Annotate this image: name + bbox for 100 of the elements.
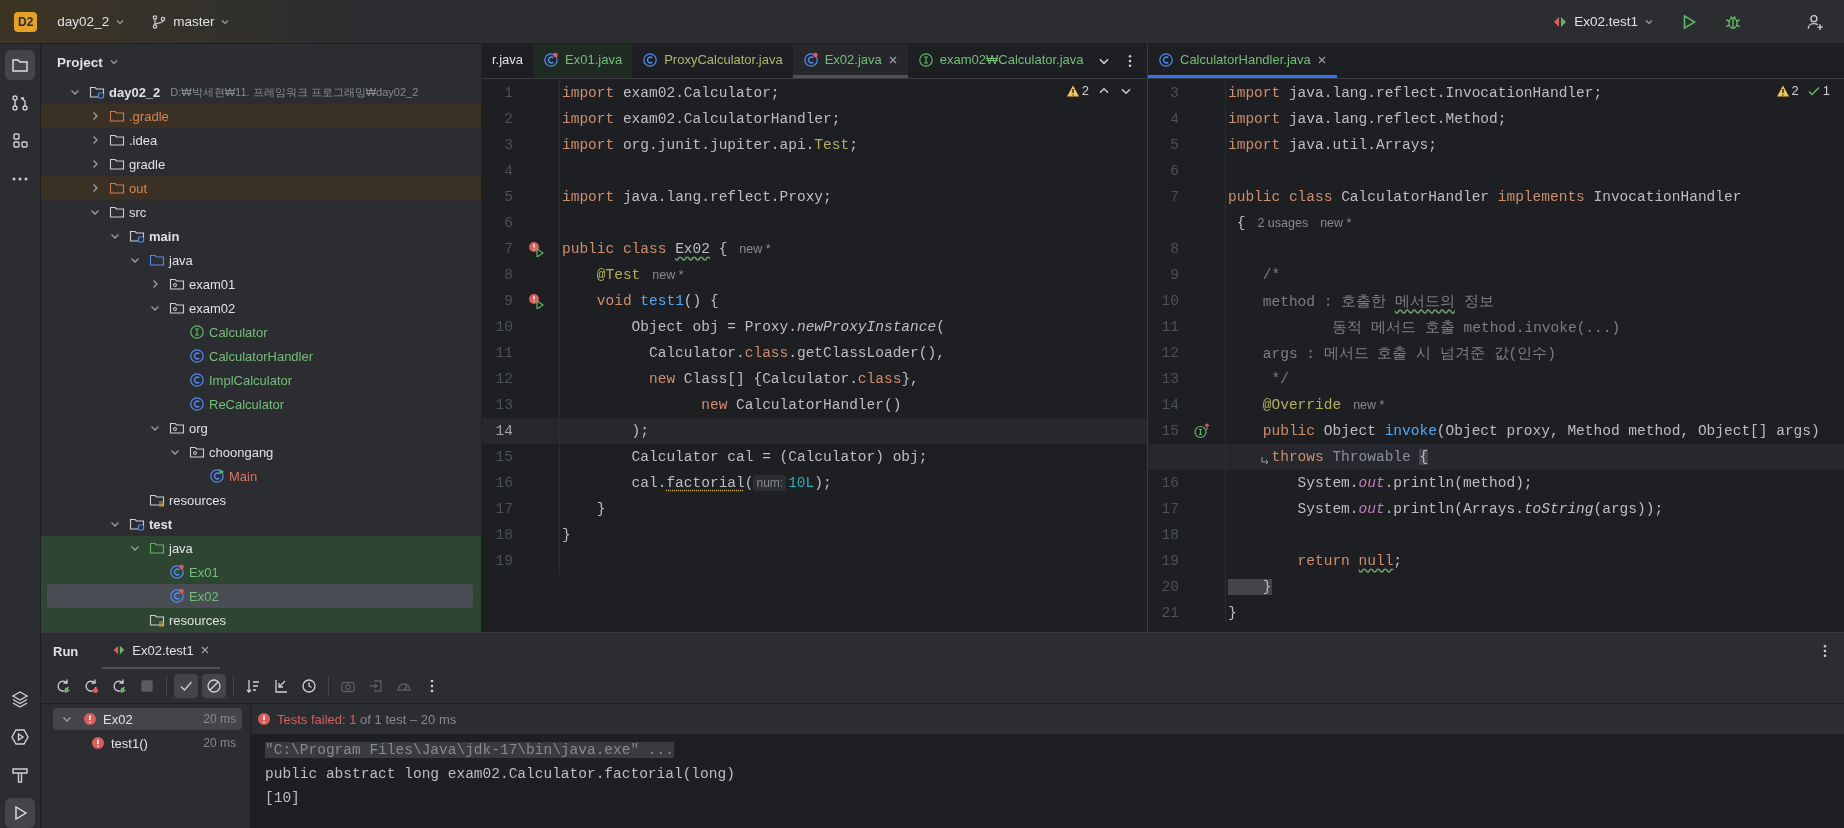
- editor-tab[interactable]: exam02₩Calculator.java: [907, 44, 1094, 78]
- close-icon[interactable]: [1316, 54, 1327, 65]
- branch-icon: [151, 13, 168, 30]
- run-tab[interactable]: Ex02.test1: [102, 633, 220, 669]
- tool-window-title[interactable]: Project: [51, 50, 125, 74]
- file-tree-item[interactable]: Ex02: [47, 584, 473, 608]
- file-tree-item[interactable]: exam02: [47, 296, 473, 320]
- editor-tab[interactable]: ProxyCalculator.java: [632, 44, 793, 78]
- code-text: );: [630, 423, 649, 439]
- inlay-hint[interactable]: new *: [1320, 216, 1352, 230]
- test-duration: 20 ms: [203, 712, 236, 726]
- code-text: args : 메서드 호출 시 넘겨준 값(인수): [1261, 344, 1556, 363]
- interface-icon: [917, 51, 934, 68]
- inlay-hint[interactable]: new *: [739, 242, 771, 256]
- warning-icon: [1065, 83, 1080, 98]
- run-configuration-selector[interactable]: Ex02.test1: [1546, 9, 1660, 34]
- add-user-icon[interactable]: [1806, 12, 1824, 31]
- result-node[interactable]: Ex02 20 ms: [53, 708, 242, 730]
- file-tree-item[interactable]: exam01: [47, 272, 473, 296]
- ignored-icon[interactable]: [202, 674, 226, 698]
- console-command: "C:\Program Files\Java\jdk-17\bin\java.exe" ...: [265, 742, 674, 758]
- implements-icon[interactable]: [1194, 423, 1210, 439]
- code-text: {: [1235, 215, 1246, 231]
- inlay-hint[interactable]: new *: [652, 268, 684, 282]
- project-badge[interactable]: D2: [14, 11, 38, 32]
- code-text: import java.lang.reflect.Method;: [1228, 111, 1507, 127]
- warning-count[interactable]: 2: [1775, 83, 1799, 98]
- file-tree-item[interactable]: main: [47, 224, 473, 248]
- error-icon: [83, 712, 97, 726]
- close-icon[interactable]: [887, 54, 898, 65]
- inlay-hint[interactable]: new *: [1353, 398, 1385, 412]
- project-name-dropdown[interactable]: day02_2: [51, 10, 132, 33]
- code-text: public class CalculatorHandler implements InvocationHandler: [1228, 189, 1742, 205]
- console-output: [10]: [265, 790, 300, 806]
- parameter-hint: num:: [753, 475, 787, 491]
- code-text: System.out.println(Arrays.toString(args));: [1296, 501, 1664, 517]
- folder-icon: [109, 108, 125, 124]
- module-folder-icon: [89, 84, 105, 100]
- test-folder-icon: [149, 540, 165, 556]
- class-icon: [189, 348, 205, 364]
- package-icon: [169, 300, 185, 316]
- code-text: Calculator.class.getClassLoader(),: [648, 345, 945, 361]
- editor-tab[interactable]: Ex02.java: [792, 44, 908, 78]
- editor-tab[interactable]: r.java: [482, 44, 534, 78]
- code-text: new Class[] {Calculator.class},: [648, 371, 919, 387]
- package-icon: [189, 444, 205, 460]
- class-icon: [642, 51, 659, 68]
- test-class-icon: [802, 51, 819, 68]
- inlay-hint[interactable]: 2 usages: [1257, 216, 1309, 230]
- file-tree-item[interactable]: java: [47, 248, 473, 272]
- file-tree-item[interactable]: org: [47, 416, 473, 440]
- file-tree-item[interactable]: .idea: [47, 128, 473, 152]
- class-icon: [1158, 51, 1174, 68]
- code-text: @Override: [1261, 397, 1342, 413]
- code-text: import java.lang.reflect.InvocationHandler;: [1228, 85, 1603, 101]
- code-text: @Test: [595, 267, 641, 283]
- file-tree-item[interactable]: test: [47, 512, 473, 536]
- test-failed-icon[interactable]: [528, 241, 544, 257]
- code-text: }: [1228, 605, 1237, 621]
- code-text: Calculator cal = (Calculator) obj;: [630, 449, 928, 465]
- code-text: void test1() {: [595, 293, 719, 309]
- test-failed-icon[interactable]: [528, 293, 544, 309]
- folder-icon: [109, 132, 125, 148]
- file-tree-item[interactable]: ReCalculator: [47, 392, 473, 416]
- file-tree-item[interactable]: resources: [47, 488, 473, 512]
- file-tree-item[interactable]: day02_2 D:₩박세현₩11. 프레임워크 프로그래밍₩day02_2: [47, 80, 473, 104]
- file-tree-item[interactable]: Main: [47, 464, 473, 488]
- file-tree-item[interactable]: gradle: [47, 152, 473, 176]
- code-text: import org.junit.jupiter.api.Test;: [562, 137, 858, 153]
- folder-icon: [109, 204, 125, 220]
- run-icon[interactable]: [5, 798, 35, 828]
- file-tree-item[interactable]: Calculator: [47, 320, 473, 344]
- code-text: public class Ex02 {: [562, 241, 728, 257]
- code-text: import java.util.Arrays;: [1228, 137, 1437, 153]
- branch-selector[interactable]: master: [145, 9, 237, 34]
- module-folder-icon: [129, 228, 145, 244]
- file-tree-item[interactable]: ImplCalculator: [47, 368, 473, 392]
- source-folder-icon: [149, 252, 165, 268]
- warning-count[interactable]: 2: [1065, 83, 1089, 98]
- code-text: new CalculatorHandler(): [700, 397, 902, 413]
- result-node[interactable]: test1() 20 ms: [53, 732, 242, 754]
- code-text: }: [595, 501, 606, 517]
- file-tree-item[interactable]: src: [47, 200, 473, 224]
- test-class-icon: [169, 564, 185, 580]
- test-class-icon: [169, 588, 185, 604]
- folder-icon[interactable]: [5, 50, 35, 80]
- check-icon[interactable]: [174, 674, 198, 698]
- project-path: D:₩박세현₩11. 프레임워크 프로그래밍₩day02_2: [170, 84, 419, 100]
- editor-tab[interactable]: Ex01.java: [533, 44, 633, 78]
- check-count[interactable]: 1: [1806, 83, 1830, 98]
- code-text: /*: [1261, 267, 1281, 283]
- soft-wrap-icon: [1260, 455, 1270, 465]
- code-text: }: [562, 527, 571, 543]
- code-text: */: [1270, 371, 1289, 387]
- file-tree-item[interactable]: choongang: [47, 440, 473, 464]
- resources-folder-icon: [149, 492, 165, 508]
- file-tree-item[interactable]: CalculatorHandler: [47, 344, 473, 368]
- code-text: method : 호출한 메서드의 정보: [1261, 292, 1494, 311]
- close-icon[interactable]: [199, 645, 210, 655]
- code-text: System.out.println(method);: [1296, 475, 1533, 491]
